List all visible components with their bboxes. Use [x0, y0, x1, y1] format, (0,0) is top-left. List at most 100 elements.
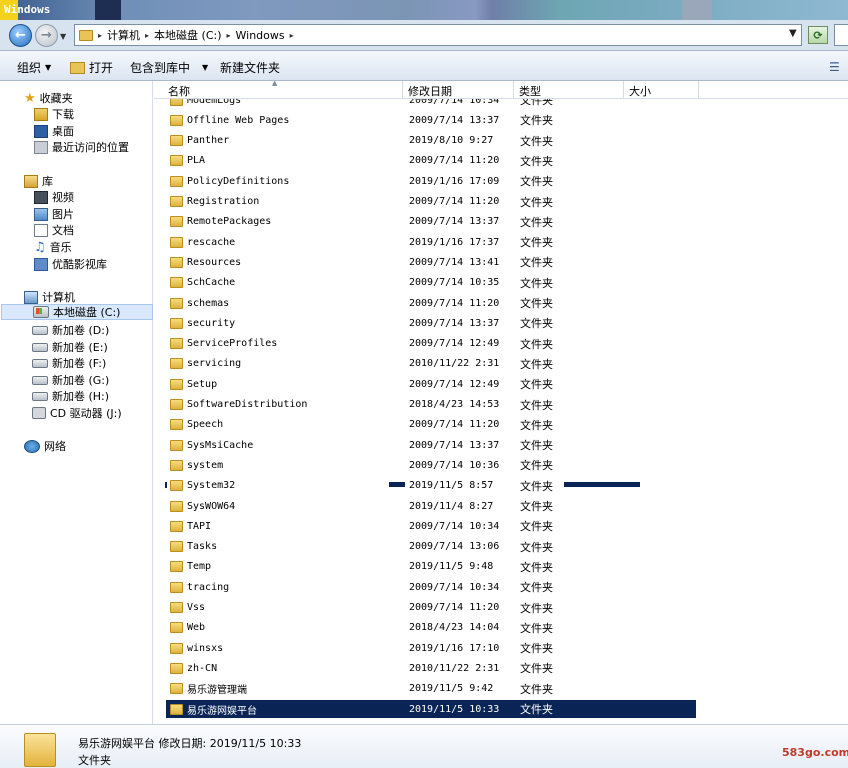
column-header-size[interactable]: 大小 [624, 81, 699, 99]
table-row[interactable]: PLA 2009/7/14 11:20 文件夹 [166, 152, 696, 170]
table-row[interactable]: 易乐游管理端 2019/11/5 9:42 文件夹 [166, 680, 696, 698]
file-name: rescache [187, 236, 236, 248]
table-row[interactable]: winsxs 2019/1/16 17:10 文件夹 [166, 639, 696, 657]
table-row[interactable]: Resources 2009/7/14 13:41 文件夹 [166, 253, 696, 271]
nav-computer-label: 计算机 [42, 291, 75, 304]
table-row[interactable]: Vss 2009/7/14 11:20 文件夹 [166, 599, 696, 617]
table-row[interactable]: Temp 2019/11/5 9:48 文件夹 [166, 558, 696, 576]
nav-item-downloads[interactable]: 下载 [34, 106, 74, 122]
table-row[interactable]: Tasks 2009/7/14 13:06 文件夹 [166, 538, 696, 556]
table-row[interactable]: PolicyDefinitions 2019/1/16 17:09 文件夹 [166, 172, 696, 190]
open-label: 打开 [89, 61, 114, 75]
cd-drive-icon [32, 407, 46, 419]
table-row[interactable]: servicing 2010/11/22 2:31 文件夹 [166, 355, 696, 373]
nav-item-desktop[interactable]: 桌面 [34, 123, 74, 139]
folder-open-icon [70, 61, 85, 74]
table-row[interactable]: rescache 2019/1/16 17:37 文件夹 [166, 233, 696, 251]
folder-icon [170, 520, 183, 532]
nav-item-videos[interactable]: 视频 [34, 189, 74, 205]
search-input[interactable] [834, 24, 848, 46]
nav-favorites[interactable]: ★ 收藏夹 [24, 90, 73, 106]
file-name: SysMsiCache [187, 439, 254, 451]
back-button[interactable]: ← [9, 24, 32, 47]
table-row[interactable]: ServiceProfiles 2009/7/14 12:49 文件夹 [166, 335, 696, 353]
table-row[interactable]: tracing 2009/7/14 10:34 文件夹 [166, 578, 696, 596]
nav-item-youku[interactable]: 优酷影视库 [34, 256, 107, 272]
table-row[interactable]: Offline Web Pages 2009/7/14 13:37 文件夹 [166, 111, 696, 129]
table-row[interactable]: RemotePackages 2009/7/14 13:37 文件夹 [166, 213, 696, 231]
drive-icon [32, 342, 48, 352]
file-name: PolicyDefinitions [187, 175, 290, 187]
nav-network[interactable]: 网络 [24, 438, 66, 454]
column-header-type[interactable]: 类型 [514, 81, 624, 99]
file-type: 文件夹 [520, 520, 553, 534]
forward-button[interactable]: → [35, 24, 58, 47]
breadcrumb-separator-icon[interactable]: ▸ [145, 31, 149, 40]
table-row[interactable]: SoftwareDistribution 2018/4/23 14:53 文件夹 [166, 396, 696, 414]
table-row[interactable]: schemas 2009/7/14 11:20 文件夹 [166, 294, 696, 312]
breadcrumb-separator-icon[interactable]: ▸ [98, 31, 102, 40]
table-row[interactable]: SysWOW64 2019/11/4 8:27 文件夹 [166, 497, 696, 515]
table-row[interactable]: SchCache 2009/7/14 10:35 文件夹 [166, 274, 696, 292]
folder-icon [170, 662, 183, 674]
file-name: RemotePackages [187, 216, 272, 228]
file-type: 文件夹 [520, 439, 553, 453]
folder-icon [170, 175, 183, 187]
nav-item-label: 视频 [52, 191, 74, 204]
table-row[interactable]: Panther 2019/8/10 9:27 文件夹 [166, 132, 696, 150]
nav-item-drive-g[interactable]: 新加卷 (G:) [32, 372, 109, 388]
recent-pages-dropdown[interactable]: ▼ [60, 32, 66, 41]
table-row[interactable]: TAPI 2009/7/14 10:34 文件夹 [166, 517, 696, 535]
breadcrumb-drive-c[interactable]: 本地磁盘 (C:) [154, 27, 221, 43]
column-header-name[interactable]: 名称 ▲ [154, 81, 403, 99]
nav-libraries-label: 库 [42, 175, 53, 188]
include-in-library-button[interactable]: 包含到库中 ▼ [130, 59, 208, 76]
nav-item-documents[interactable]: 文档 [34, 222, 74, 238]
file-type: 文件夹 [520, 459, 553, 473]
details-pane: 易乐游网娱平台 修改日期: 2019/11/5 10:33 文件夹 [0, 724, 848, 768]
file-name: Speech [187, 419, 224, 431]
nav-item-drive-e[interactable]: 新加卷 (E:) [32, 339, 108, 355]
computer-icon [24, 290, 38, 304]
file-name: TAPI [187, 520, 212, 532]
table-row[interactable]: Registration 2009/7/14 11:20 文件夹 [166, 193, 696, 211]
breadcrumb-computer[interactable]: 计算机 [107, 27, 140, 43]
new-folder-button[interactable]: 新建文件夹 [220, 59, 280, 76]
file-modified-date: 2019/11/5 10:33 [409, 703, 500, 715]
nav-item-drive-f[interactable]: 新加卷 (F:) [32, 355, 106, 371]
nav-item-music[interactable]: ♫ 音乐 [34, 239, 72, 255]
folder-icon [170, 581, 183, 593]
address-input[interactable]: ▸ 计算机 ▸ 本地磁盘 (C:) ▸ Windows ▸ [74, 24, 802, 46]
table-row[interactable]: Speech 2009/7/14 11:20 文件夹 [166, 416, 696, 434]
organize-button[interactable]: 组织 ▼ [17, 59, 51, 76]
table-row[interactable]: system 2009/7/14 10:36 文件夹 [166, 456, 696, 474]
new-folder-label: 新建文件夹 [220, 61, 281, 75]
table-row[interactable]: Web 2018/4/23 14:04 文件夹 [166, 619, 696, 637]
render-artifact [564, 482, 640, 487]
column-header-modified[interactable]: 修改日期 [403, 81, 514, 99]
file-type: 文件夹 [520, 601, 553, 615]
nav-item-recent-places[interactable]: 最近访问的位置 [34, 139, 129, 155]
title-bar-block-grey [682, 0, 712, 20]
nav-libraries[interactable]: 库 [24, 173, 53, 189]
table-row[interactable]: Setup 2009/7/14 12:49 文件夹 [166, 375, 696, 393]
file-type: 文件夹 [520, 195, 553, 209]
breadcrumb-separator-icon[interactable]: ▸ [290, 31, 294, 40]
refresh-button[interactable]: ⟳ [808, 26, 828, 44]
file-name: Panther [187, 135, 230, 147]
table-row[interactable]: security 2009/7/14 13:37 文件夹 [166, 314, 696, 332]
address-history-dropdown[interactable]: ▼ [789, 28, 797, 39]
table-row[interactable]: zh-CN 2010/11/22 2:31 文件夹 [166, 659, 696, 677]
breadcrumb-windows[interactable]: Windows [236, 29, 285, 42]
nav-computer[interactable]: 计算机 [24, 289, 75, 305]
table-row[interactable]: 易乐游网娱平台 2019/11/5 10:33 文件夹 [166, 700, 696, 718]
nav-item-drive-h[interactable]: 新加卷 (H:) [32, 388, 109, 404]
nav-item-drive-c[interactable]: 本地磁盘 (C:) [1, 304, 153, 320]
nav-item-pictures[interactable]: 图片 [34, 206, 74, 222]
breadcrumb-separator-icon[interactable]: ▸ [227, 31, 231, 40]
nav-item-cd-drive[interactable]: CD 驱动器 (J:) [32, 405, 122, 421]
open-button[interactable]: 打开 [70, 59, 113, 76]
table-row[interactable]: SysMsiCache 2009/7/14 13:37 文件夹 [166, 436, 696, 454]
nav-item-drive-d[interactable]: 新加卷 (D:) [32, 322, 109, 338]
view-options-icon[interactable]: ☰ [829, 60, 840, 74]
